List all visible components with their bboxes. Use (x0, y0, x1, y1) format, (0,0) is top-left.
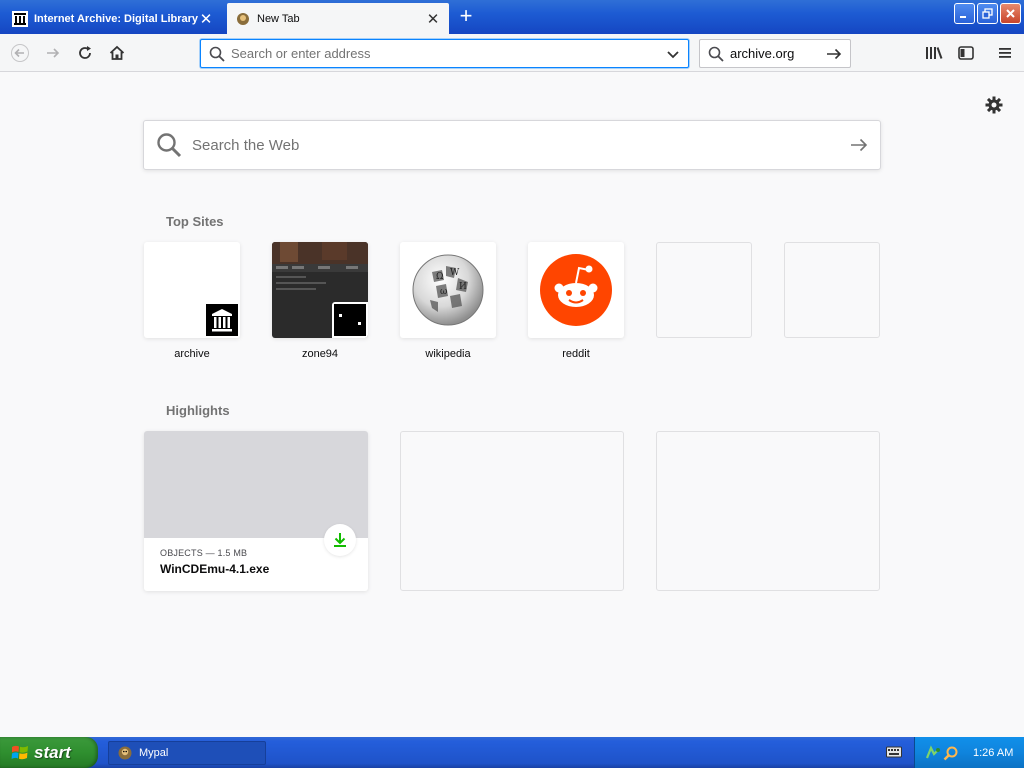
mypal-favicon-icon (237, 12, 249, 25)
reload-icon (79, 46, 91, 59)
site-label: archive (174, 348, 210, 360)
site-label: reddit (562, 348, 590, 360)
site-badge (332, 302, 368, 338)
zone94-logo-icon (334, 304, 366, 336)
nav-toolbar: archive.org (0, 34, 1024, 72)
top-site-wikipedia[interactable]: Ω W И ω wikipedia (400, 242, 496, 360)
close-tab-icon[interactable]: ✕ (198, 11, 214, 28)
close-tab-icon[interactable]: ✕ (425, 11, 441, 28)
search-go-arrow-icon[interactable] (850, 136, 868, 154)
forward-button[interactable] (39, 39, 67, 67)
top-site-reddit[interactable]: reddit (528, 242, 624, 360)
system-tray: 1:26 AM (914, 737, 1024, 768)
site-tile[interactable] (528, 242, 624, 338)
taskbar-item-label: Mypal (139, 747, 169, 759)
library-icon (926, 47, 943, 59)
new-tab-button[interactable]: + (453, 5, 479, 29)
forward-arrow-icon (47, 48, 60, 58)
library-button[interactable] (920, 39, 948, 67)
menu-button[interactable] (991, 39, 1019, 67)
svg-text:И: И (459, 282, 467, 292)
search-icon (708, 46, 724, 62)
back-button[interactable] (6, 39, 34, 67)
keyboard-icon[interactable] (886, 746, 902, 758)
top-site-empty (784, 242, 880, 338)
home-icon (109, 45, 125, 60)
clock[interactable]: 1:26 AM (973, 747, 1013, 759)
reload-button[interactable] (71, 39, 99, 67)
address-bar[interactable] (200, 39, 689, 68)
minimize-button[interactable] (954, 3, 975, 24)
highlight-card-download[interactable]: OBJECTS — 1.5 MB WinCDEmu-4.1.exe (144, 431, 368, 591)
svg-text:Ω: Ω (436, 272, 443, 282)
highlight-placeholder (656, 431, 880, 591)
search-bar[interactable]: archive.org (699, 39, 851, 68)
top-site-empty (656, 242, 752, 338)
gear-icon[interactable] (984, 95, 1004, 115)
top-site-zone94[interactable]: zone94 (272, 242, 368, 360)
tab-title: Internet Archive: Digital Library of (34, 12, 198, 25)
archive-favicon-icon (12, 10, 28, 27)
site-tile-placeholder (656, 242, 752, 338)
highlight-preview (144, 431, 368, 538)
restore-button[interactable] (977, 3, 998, 24)
start-button[interactable]: start (0, 737, 98, 768)
wikipedia-globe-icon: Ω W И ω (412, 254, 484, 326)
archive-logo-icon (206, 304, 238, 336)
highlight-placeholder (400, 431, 624, 591)
network-icon[interactable] (925, 744, 941, 761)
site-tile[interactable]: Ω W И ω (400, 242, 496, 338)
sidebar-icon (958, 46, 974, 60)
sidebar-button[interactable] (952, 39, 980, 67)
download-badge (324, 524, 356, 556)
back-arrow-icon (11, 44, 29, 62)
web-search-input[interactable] (192, 136, 850, 154)
close-window-button[interactable] (1000, 3, 1021, 24)
top-sites-heading: Top Sites (166, 214, 224, 229)
tab-title: New Tab (257, 12, 300, 25)
window-controls (954, 3, 1021, 24)
search-tray-icon[interactable] (943, 745, 959, 761)
home-button[interactable] (103, 39, 131, 67)
taskbar-item-mypal[interactable]: Mypal (108, 741, 266, 765)
search-icon (157, 133, 182, 158)
highlight-context: OBJECTS — 1.5 MB (160, 548, 248, 558)
svg-text:W: W (450, 268, 460, 278)
download-icon (334, 533, 346, 547)
tab-new-tab[interactable]: New Tab ✕ (227, 3, 449, 34)
reddit-logo-icon (540, 254, 612, 326)
svg-text:ω: ω (440, 287, 447, 297)
site-tile-placeholder (784, 242, 880, 338)
chevron-down-icon[interactable] (666, 47, 680, 61)
taskbar: start Mypal 1:26 AM (0, 737, 1024, 768)
search-engine-label: archive.org (730, 46, 795, 61)
windows-logo-icon (11, 745, 28, 759)
highlight-title: WinCDEmu-4.1.exe (160, 562, 270, 576)
mypal-app-icon (118, 746, 132, 760)
address-input[interactable] (231, 46, 666, 61)
site-label: zone94 (301, 348, 339, 360)
tab-bar: Internet Archive: Digital Library of ✕ N… (0, 0, 1024, 34)
start-label: start (34, 742, 71, 762)
tab-internet-archive[interactable]: Internet Archive: Digital Library of ✕ (4, 3, 222, 34)
site-label: wikipedia (425, 348, 471, 360)
site-tile[interactable] (144, 242, 240, 338)
new-tab-page: Top Sites archive (0, 73, 1024, 737)
site-badge (204, 302, 240, 338)
web-search-box[interactable] (143, 120, 881, 170)
top-site-archive[interactable]: archive (144, 242, 240, 360)
site-tile[interactable] (272, 242, 368, 338)
search-icon (209, 46, 225, 62)
go-arrow-icon[interactable] (826, 46, 842, 62)
highlights-heading: Highlights (166, 403, 230, 418)
hamburger-menu-icon (999, 48, 1011, 58)
